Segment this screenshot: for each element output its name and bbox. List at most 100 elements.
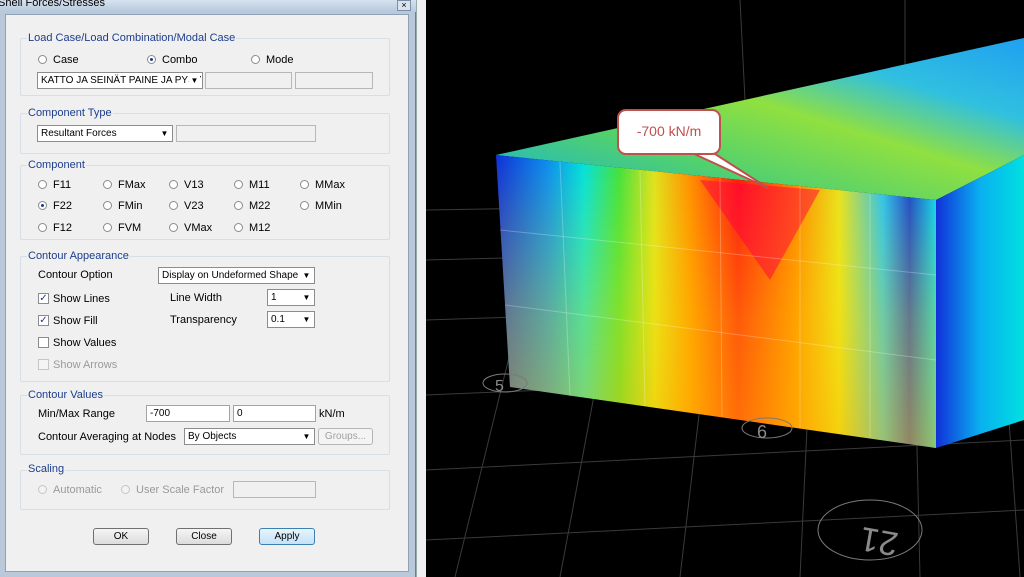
contour-values-group-title: Contour Values (27, 389, 105, 401)
radio-mode-label: Mode (266, 54, 294, 66)
load-combo-dropdown[interactable]: KATTO JA SEINÄT PAINE JA PYSY ▼ (37, 72, 203, 89)
radio-automatic (38, 485, 47, 494)
radio-fmax[interactable] (103, 180, 112, 189)
transparency-label: Transparency (170, 314, 237, 326)
chevron-down-icon: ▼ (189, 75, 200, 86)
automatic-label: Automatic (53, 484, 102, 496)
scaling-group-title: Scaling (27, 463, 66, 475)
contour-option-value: Display on Undeformed Shape (162, 270, 299, 281)
averaging-value: By Objects (188, 431, 237, 442)
ok-button[interactable]: OK (93, 528, 149, 545)
close-button[interactable]: Close (176, 528, 232, 545)
radio-mmax[interactable] (300, 180, 309, 189)
load-case-group-title: Load Case/Load Combination/Modal Case (27, 32, 237, 44)
grid-label-b: 6 (757, 422, 767, 442)
radio-mmin[interactable] (300, 201, 309, 210)
contour-model-svg: 21 6 5 (426, 0, 1024, 577)
value-callout: -700 kN/m (617, 109, 721, 155)
radio-combo[interactable] (147, 55, 156, 64)
shell-forces-dialog: Shell Forces/Stresses × Load Case/Load C… (0, 0, 416, 577)
component-group-title: Component (27, 159, 86, 171)
dialog-titlebar[interactable]: Shell Forces/Stresses × (0, 0, 416, 12)
chevron-down-icon: ▼ (301, 314, 312, 325)
radio-user-scale (121, 485, 130, 494)
groups-button: Groups... (318, 428, 373, 445)
component-type-dropdown[interactable]: Resultant Forces ▼ (37, 125, 173, 142)
radio-fmin[interactable] (103, 201, 112, 210)
radio-vmax[interactable] (169, 223, 178, 232)
show-lines-checkbox[interactable]: ✓ (38, 293, 49, 304)
radio-fvm[interactable] (103, 223, 112, 232)
transparency-dropdown[interactable]: 0.1 ▼ (267, 311, 315, 328)
grid-label-a: 21 (857, 519, 901, 563)
label-vmax: VMax (184, 222, 213, 234)
radio-f12[interactable] (38, 223, 47, 232)
range-min-value: -700 (150, 408, 171, 419)
line-width-label: Line Width (170, 292, 222, 304)
model-side-face (936, 155, 1024, 448)
label-m12: M12 (249, 222, 271, 234)
label-fmin: FMin (118, 200, 143, 212)
close-window-icon[interactable]: × (397, 0, 411, 11)
contour-option-label: Contour Option (38, 269, 113, 281)
radio-m12[interactable] (234, 223, 243, 232)
line-width-value: 1 (271, 292, 277, 303)
show-values-label: Show Values (53, 337, 117, 349)
contour-appearance-group-title: Contour Appearance (27, 250, 130, 262)
label-m22: M22 (249, 200, 271, 212)
show-arrows-label: Show Arrows (53, 359, 118, 371)
range-unit: kN/m (319, 408, 345, 420)
show-arrows-checkbox (38, 359, 49, 370)
chevron-down-icon: ▼ (159, 128, 170, 139)
chevron-down-icon: ▼ (301, 292, 312, 303)
load-case-extra-field-2 (295, 72, 373, 89)
line-width-dropdown[interactable]: 1 ▼ (267, 289, 315, 306)
label-f11: F11 (53, 179, 72, 191)
show-lines-label: Show Lines (53, 293, 110, 305)
label-v23: V23 (184, 200, 204, 212)
load-combo-value: KATTO JA SEINÄT PAINE JA PYSY (41, 75, 202, 86)
radio-f22[interactable] (38, 201, 47, 210)
dialog-title: Shell Forces/Stresses (0, 0, 105, 9)
model-viewport[interactable]: 21 6 5 (426, 0, 1024, 577)
radio-v13[interactable] (169, 180, 178, 189)
range-label: Min/Max Range (38, 408, 116, 420)
range-min-input[interactable]: -700 (146, 405, 230, 422)
label-f22: F22 (53, 200, 72, 212)
user-scale-input (233, 481, 316, 498)
averaging-label: Contour Averaging at Nodes (38, 431, 176, 443)
callout-text: -700 kN/m (636, 123, 702, 139)
radio-v23[interactable] (169, 201, 178, 210)
contour-values-group (20, 395, 390, 455)
grid-label-c: 5 (495, 378, 504, 395)
label-f12: F12 (53, 222, 72, 234)
radio-combo-label: Combo (162, 54, 198, 66)
show-fill-checkbox[interactable]: ✓ (38, 315, 49, 326)
chevron-down-icon: ▼ (301, 270, 312, 281)
component-type-extra-field (176, 125, 316, 142)
range-max-value: 0 (237, 408, 243, 419)
label-fmax: FMax (118, 179, 146, 191)
label-mmin: MMin (315, 200, 342, 212)
radio-m22[interactable] (234, 201, 243, 210)
component-type-value: Resultant Forces (41, 128, 117, 139)
contour-option-dropdown[interactable]: Display on Undeformed Shape ▼ (158, 267, 315, 284)
show-fill-label: Show Fill (53, 315, 98, 327)
label-m11: M11 (249, 179, 270, 191)
transparency-value: 0.1 (271, 314, 285, 325)
label-mmax: MMax (315, 179, 345, 191)
component-type-group-title: Component Type (27, 107, 113, 119)
radio-case[interactable] (38, 55, 47, 64)
apply-button[interactable]: Apply (259, 528, 315, 545)
label-fvm: FVM (118, 222, 142, 234)
radio-mode[interactable] (251, 55, 260, 64)
averaging-dropdown[interactable]: By Objects ▼ (184, 428, 315, 445)
range-max-input[interactable]: 0 (233, 405, 316, 422)
radio-case-label: Case (53, 54, 79, 66)
load-case-extra-field-1 (205, 72, 292, 89)
radio-m11[interactable] (234, 180, 243, 189)
radio-f11[interactable] (38, 180, 47, 189)
chevron-down-icon: ▼ (301, 431, 312, 442)
label-v13: V13 (184, 179, 204, 191)
show-values-checkbox[interactable] (38, 337, 49, 348)
